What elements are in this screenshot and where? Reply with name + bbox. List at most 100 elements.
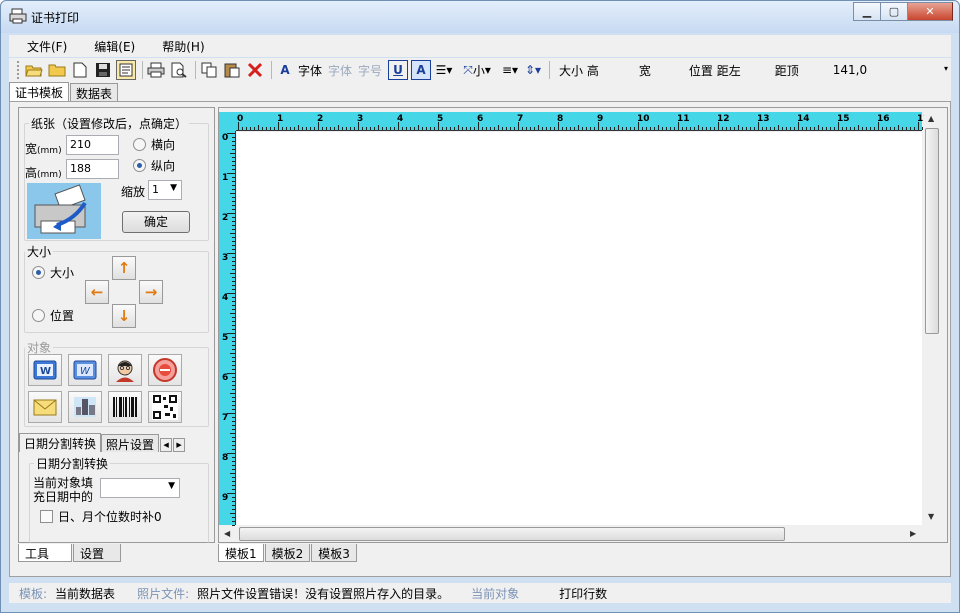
copy-button[interactable] — [199, 60, 219, 80]
toolbar-overflow-icon[interactable]: ▾ — [944, 64, 948, 73]
ruler-tick — [232, 405, 235, 406]
minimize-button[interactable]: ▁ — [853, 2, 880, 21]
horizontal-scrollbar[interactable]: ◀ ▶ — [220, 526, 922, 542]
add-qrcode-button[interactable] — [148, 391, 182, 423]
horizontal-ruler[interactable]: 01234567891011121314151617 — [236, 112, 930, 131]
ruler-tick — [418, 125, 419, 130]
font-dim-button[interactable]: 字体 — [328, 62, 352, 79]
add-image-button[interactable] — [28, 391, 62, 423]
pad-zero-checkbox[interactable] — [40, 510, 53, 523]
ruler-tick — [232, 197, 235, 198]
ruler-tick — [258, 125, 259, 130]
portrait-radio[interactable] — [133, 159, 146, 172]
template-tab-strip: 模板1 模板2 模板3 — [218, 544, 358, 562]
position-readout: 141,0 — [832, 63, 868, 77]
ruler-tick — [274, 127, 275, 130]
size-radio[interactable] — [32, 266, 45, 279]
ruler-tick — [802, 127, 803, 130]
position-radio[interactable] — [32, 309, 45, 322]
top-tab-strip: 证书模板 数据表 — [9, 82, 951, 101]
paper-ok-button[interactable]: 确定 — [122, 211, 190, 233]
folder-button[interactable] — [47, 60, 67, 80]
paste-button[interactable] — [222, 60, 242, 80]
close-button[interactable]: ✕ — [907, 2, 953, 21]
print-setup-button[interactable] — [116, 60, 136, 80]
vertical-scroll-thumb[interactable] — [925, 128, 939, 334]
underline-button[interactable]: U — [388, 60, 409, 80]
ruler-tick — [232, 165, 235, 166]
ruler-tick — [722, 127, 723, 130]
tab-scroll-right-button[interactable]: ▶ — [173, 438, 186, 452]
move-left-button[interactable]: ← — [85, 280, 109, 304]
line-spacing-button[interactable]: ⇕▾ — [523, 60, 543, 80]
font-button[interactable]: 字体 — [298, 62, 322, 79]
open-folder-button[interactable] — [24, 60, 44, 80]
paper-group: 纸张（设置修改后，点确定） 宽(mm) 210 横向 高(mm) 188 纵向 — [24, 115, 209, 241]
ruler-tick — [362, 127, 363, 130]
tab-template-2[interactable]: 模板2 — [264, 544, 311, 562]
menu-edit[interactable]: 编辑(E) — [76, 38, 144, 55]
size-group-label: 大小 — [25, 243, 54, 260]
print-preview-button[interactable] — [169, 60, 189, 80]
tab-template-3[interactable]: 模板3 — [311, 544, 357, 562]
text-color-button[interactable]: A — [411, 60, 432, 80]
move-down-button[interactable]: ↓ — [112, 304, 136, 328]
height-input[interactable]: 188 — [66, 159, 119, 179]
add-photo-button[interactable] — [108, 354, 142, 386]
new-file-button[interactable] — [70, 60, 90, 80]
zoom-select[interactable]: 1 ▼ — [148, 180, 182, 200]
ruler-tick — [232, 201, 235, 202]
menu-help[interactable]: 帮助(H) — [144, 38, 213, 55]
ruler-tick — [232, 157, 235, 158]
ruler-tick — [334, 127, 335, 130]
scroll-left-icon[interactable]: ◀ — [224, 529, 230, 538]
ruler-tick — [582, 127, 583, 130]
text-align-icon: ≡▾ — [502, 63, 519, 77]
ruler-tick — [232, 505, 235, 506]
width-input[interactable]: 210 — [66, 135, 119, 155]
delete-x-icon — [247, 62, 263, 78]
date-field-select[interactable]: ▼ — [100, 478, 180, 498]
vertical-scrollbar[interactable]: ▲ ▼ — [924, 112, 941, 525]
tab-date-split[interactable]: 日期分割转换 — [19, 433, 102, 452]
menu-file[interactable]: 文件(F) — [9, 38, 76, 55]
tab-photo-settings[interactable]: 照片设置 — [101, 434, 160, 452]
toolbar-grip[interactable] — [17, 61, 20, 79]
tab-certificate-template[interactable]: 证书模板 — [9, 82, 70, 101]
tab-scroll-left-button[interactable]: ◀ — [160, 438, 173, 452]
ruler-tick — [586, 127, 587, 130]
move-right-button[interactable]: → — [139, 280, 163, 304]
ruler-tick — [778, 125, 779, 130]
save-button[interactable] — [93, 60, 113, 80]
ruler-tick — [232, 241, 235, 242]
add-barcode-button[interactable] — [108, 391, 142, 423]
add-seal-button[interactable] — [148, 354, 182, 386]
align-dropdown-button[interactable]: ☰▾ — [434, 60, 454, 80]
tab-tools[interactable]: 工具 — [18, 544, 73, 562]
delete-button[interactable] — [245, 60, 265, 80]
text-align-button[interactable]: ≡▾ — [500, 60, 520, 80]
tab-data-table[interactable]: 数据表 — [70, 83, 119, 101]
title-bar[interactable]: 证书打印 ▁ ▢ ✕ — [1, 1, 959, 33]
position-left-field: 位置 距左 — [688, 63, 741, 78]
ruler-tick — [530, 127, 531, 130]
add-background-button[interactable] — [68, 391, 102, 423]
font-button-icon[interactable]: A — [275, 60, 295, 80]
certificate-paper-canvas[interactable] — [237, 132, 922, 525]
line-spacing-icon: ⇕▾ — [525, 63, 542, 77]
tab-template-1[interactable]: 模板1 — [218, 544, 264, 562]
scroll-right-icon[interactable]: ▶ — [910, 529, 916, 538]
add-text-button[interactable]: W — [28, 354, 62, 386]
tab-settings[interactable]: 设置 — [73, 544, 122, 562]
shrink-dropdown-button[interactable]: ⤧ 小 ▾ — [457, 60, 497, 80]
scroll-down-icon[interactable]: ▼ — [928, 512, 934, 521]
font-size-dim-button[interactable]: 字号 — [358, 62, 382, 79]
vertical-ruler[interactable]: 0 1 2 3 4 5 6 7 8 9 — [219, 131, 236, 526]
horizontal-scroll-thumb[interactable] — [239, 527, 785, 541]
scroll-up-icon[interactable]: ▲ — [928, 114, 934, 123]
landscape-radio[interactable] — [133, 138, 146, 151]
maximize-button[interactable]: ▢ — [880, 2, 907, 21]
add-field-button[interactable]: W — [68, 354, 102, 386]
print-button[interactable] — [146, 60, 166, 80]
move-up-button[interactable]: ↑ — [112, 256, 136, 280]
